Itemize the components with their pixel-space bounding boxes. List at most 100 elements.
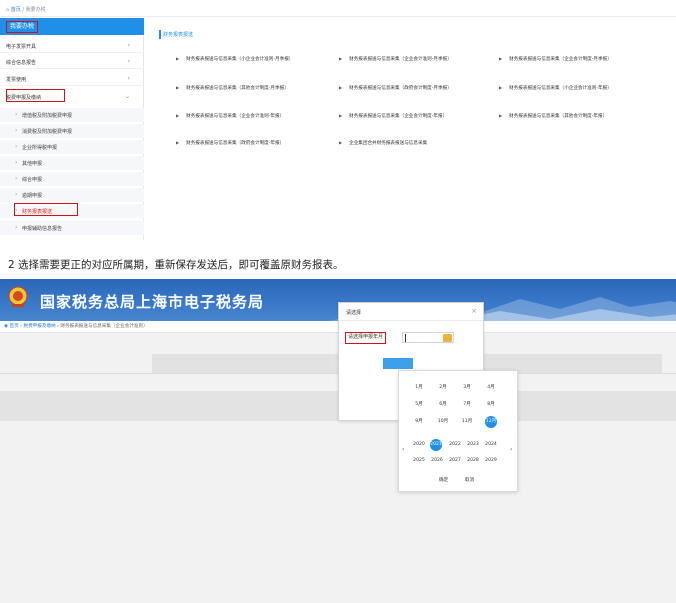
year-cell[interactable]: 2025 (411, 455, 427, 467)
month-cell[interactable]: 6月 (435, 399, 451, 411)
year-cell[interactable]: 2023 (465, 439, 481, 451)
report-link[interactable]: ▶ 财务报表报送与信息采集（小企业会计准则-月季报） (176, 56, 293, 62)
highlight-box (14, 203, 78, 216)
location-pin-icon: ◉ (4, 324, 9, 329)
month-cell[interactable]: 1月 (411, 382, 427, 394)
sidebar-header-label[interactable]: 我要办税 (6, 21, 39, 33)
instruction-caption: 2 选择需要更正的对应所属期，重新保存发送后，即可覆盖原财务报表。 (8, 259, 344, 271)
sidebar: 我要办税 电子发票开具 › 综合信息报告 › 发票使用 › 税费申报及缴纳 ⌄ … (0, 18, 144, 240)
sidebar-item-invoice-use[interactable]: 发票使用 › (0, 72, 144, 86)
breadcrumb-tax-filing[interactable]: 税费申报及缴纳 (23, 324, 55, 329)
section-title: 财务报表报送 (163, 32, 194, 38)
bullet-icon: › (15, 159, 18, 166)
year-cell[interactable]: 2024 (483, 439, 499, 451)
report-link[interactable]: ▶ 财务报表报送与信息采集（企业会计准则-月季报） (339, 56, 452, 62)
triangle-icon: ▶ (339, 85, 343, 90)
report-link[interactable]: ▶ 财务报表报送与信息采集（企业会计准则-年报） (176, 113, 284, 119)
bullet-icon: › (15, 175, 18, 182)
bullet-icon: › (15, 143, 18, 150)
triangle-icon: ▶ (339, 140, 343, 145)
month-cell[interactable]: 5月 (411, 399, 427, 411)
report-link[interactable]: ▶ 财务报表报送与信息采集（政府会计制度-月季报） (339, 85, 452, 91)
bullet-icon: › (15, 224, 18, 231)
year-cell[interactable]: 2029 (483, 455, 499, 467)
sidebar-subitem-comprehensive[interactable]: › 综合申报 (0, 172, 144, 186)
screenshot-period-picker: 国家税务总局上海市电子税务局 ◉ 首页 › 税费申报及缴纳 › 财务报表报送与信… (0, 279, 676, 603)
year-cell[interactable]: 2028 (465, 455, 481, 467)
chevron-right-icon: › (127, 58, 130, 65)
bullet-icon: › (15, 127, 18, 134)
breadcrumb: ◉ 首页 › 税费申报及缴纳 › 财务报表报送与信息采集（企业会计准则） (4, 324, 148, 329)
chevron-right-icon: › (127, 42, 130, 49)
screenshot-tax-menu: ⌂ 首页 / 我要办税 我要办税 电子发票开具 › 综合信息报告 › 发票使用 … (0, 0, 676, 240)
sidebar-item-label: 电子发票开具 (6, 44, 37, 50)
sidebar-item-label: 综合信息报告 (6, 60, 37, 66)
triangle-icon: ▶ (339, 113, 343, 118)
period-field-label: 请选择申报年月 (345, 332, 387, 344)
sidebar-subitem-other[interactable]: › 其他申报 (0, 156, 144, 170)
month-cell[interactable]: 8月 (483, 399, 499, 411)
sidebar-subitem-aux-report[interactable]: › 申报辅助信息报告 (0, 221, 144, 235)
triangle-icon: ▶ (499, 113, 503, 118)
calendar-icon[interactable] (443, 334, 452, 342)
breadcrumb-home[interactable]: 首页 (11, 7, 21, 13)
year-cell-selected[interactable]: 2021 (430, 439, 442, 451)
sidebar-subitem-consumption[interactable]: › 消费税及附加税费申报 (0, 124, 144, 138)
month-year-picker: 1月 2月 3月 4月 5月 6月 7月 8月 9月 10月 11月 12月 ‹… (398, 370, 518, 492)
month-cell[interactable]: 2月 (435, 382, 451, 394)
triangle-icon: ▶ (176, 113, 180, 118)
breadcrumb-home[interactable]: 首页 (9, 324, 18, 329)
chevron-right-icon: › (127, 75, 130, 82)
report-link[interactable]: ▶ 财务报表报送与信息采集（其他会计制度-月季报） (176, 85, 289, 91)
triangle-icon: ▶ (339, 56, 343, 61)
sidebar-subitem-cit[interactable]: › 企业所得税申报 (0, 140, 144, 154)
month-cell[interactable]: 7月 (459, 399, 475, 411)
month-cell[interactable]: 3月 (459, 382, 475, 394)
sidebar-item-info-report[interactable]: 综合信息报告 › (0, 55, 144, 69)
period-input[interactable] (402, 332, 454, 343)
report-link[interactable]: ▶ 财务报表报送与信息采集（其他会计制度-年报） (499, 113, 607, 119)
year-cell[interactable]: 2026 (429, 455, 445, 467)
year-cell[interactable]: 2027 (447, 455, 463, 467)
dialog-confirm-button[interactable] (383, 358, 413, 369)
report-link[interactable]: ▶ 企业集团合并财务报表报送与信息采集 (339, 140, 427, 146)
triangle-icon: ▶ (176, 140, 180, 145)
section-accent-bar (159, 30, 161, 39)
breadcrumb-current: 我要办税 (25, 7, 46, 13)
next-arrow-icon[interactable]: › (510, 446, 512, 453)
triangle-icon: ▶ (176, 56, 180, 61)
year-cell[interactable]: 2020 (411, 439, 427, 451)
sidebar-item-label: 发票使用 (6, 77, 27, 83)
sidebar-subitem-overdue[interactable]: › 逾期申报 (0, 188, 144, 202)
month-cell[interactable]: 11月 (459, 416, 475, 428)
highlight-box (6, 89, 65, 102)
month-cell[interactable]: 4月 (483, 382, 499, 394)
chevron-down-icon: ⌄ (124, 93, 130, 100)
triangle-icon: ▶ (176, 85, 180, 90)
triangle-icon: ▶ (499, 85, 503, 90)
month-cell[interactable]: 10月 (435, 416, 451, 428)
site-title: 国家税务总局上海市电子税务局 (40, 293, 265, 311)
sidebar-item-e-invoice[interactable]: 电子发票开具 › (0, 39, 144, 53)
breadcrumb: ⌂ 首页 / 我要办税 (6, 7, 46, 13)
prev-arrow-icon[interactable]: ‹ (402, 446, 404, 453)
divider (339, 320, 483, 321)
report-link[interactable]: ▶ 财务报表报送与信息采集（企业会计制度-年报） (339, 113, 447, 119)
report-link[interactable]: ▶ 财务报表报送与信息采集（企业会计制度-月季报） (499, 56, 612, 62)
report-link[interactable]: ▶ 财务报表报送与信息采集（政府会计制度-年报） (176, 140, 284, 146)
triangle-icon: ▶ (499, 56, 503, 61)
close-icon[interactable]: × (471, 307, 477, 315)
bullet-icon: › (15, 191, 18, 198)
sidebar-subitem-vat[interactable]: › 增值税及附加税费申报 (0, 108, 144, 122)
tax-emblem-icon (8, 286, 28, 307)
dialog-title: 请选择 (346, 310, 362, 316)
month-cell[interactable]: 9月 (411, 416, 427, 428)
divider (0, 16, 676, 17)
month-cell-selected[interactable]: 12月 (485, 416, 497, 428)
report-link[interactable]: ▶ 财务报表报送与信息采集（小企业会计准则-年报） (499, 85, 612, 91)
bullet-icon: › (15, 111, 18, 118)
year-cell[interactable]: 2022 (447, 439, 463, 451)
picker-cancel-button[interactable]: 取消 (465, 477, 474, 483)
breadcrumb-current: 财务报表报送与信息采集（企业会计准则） (60, 324, 148, 329)
picker-confirm-button[interactable]: 确定 (439, 477, 448, 483)
